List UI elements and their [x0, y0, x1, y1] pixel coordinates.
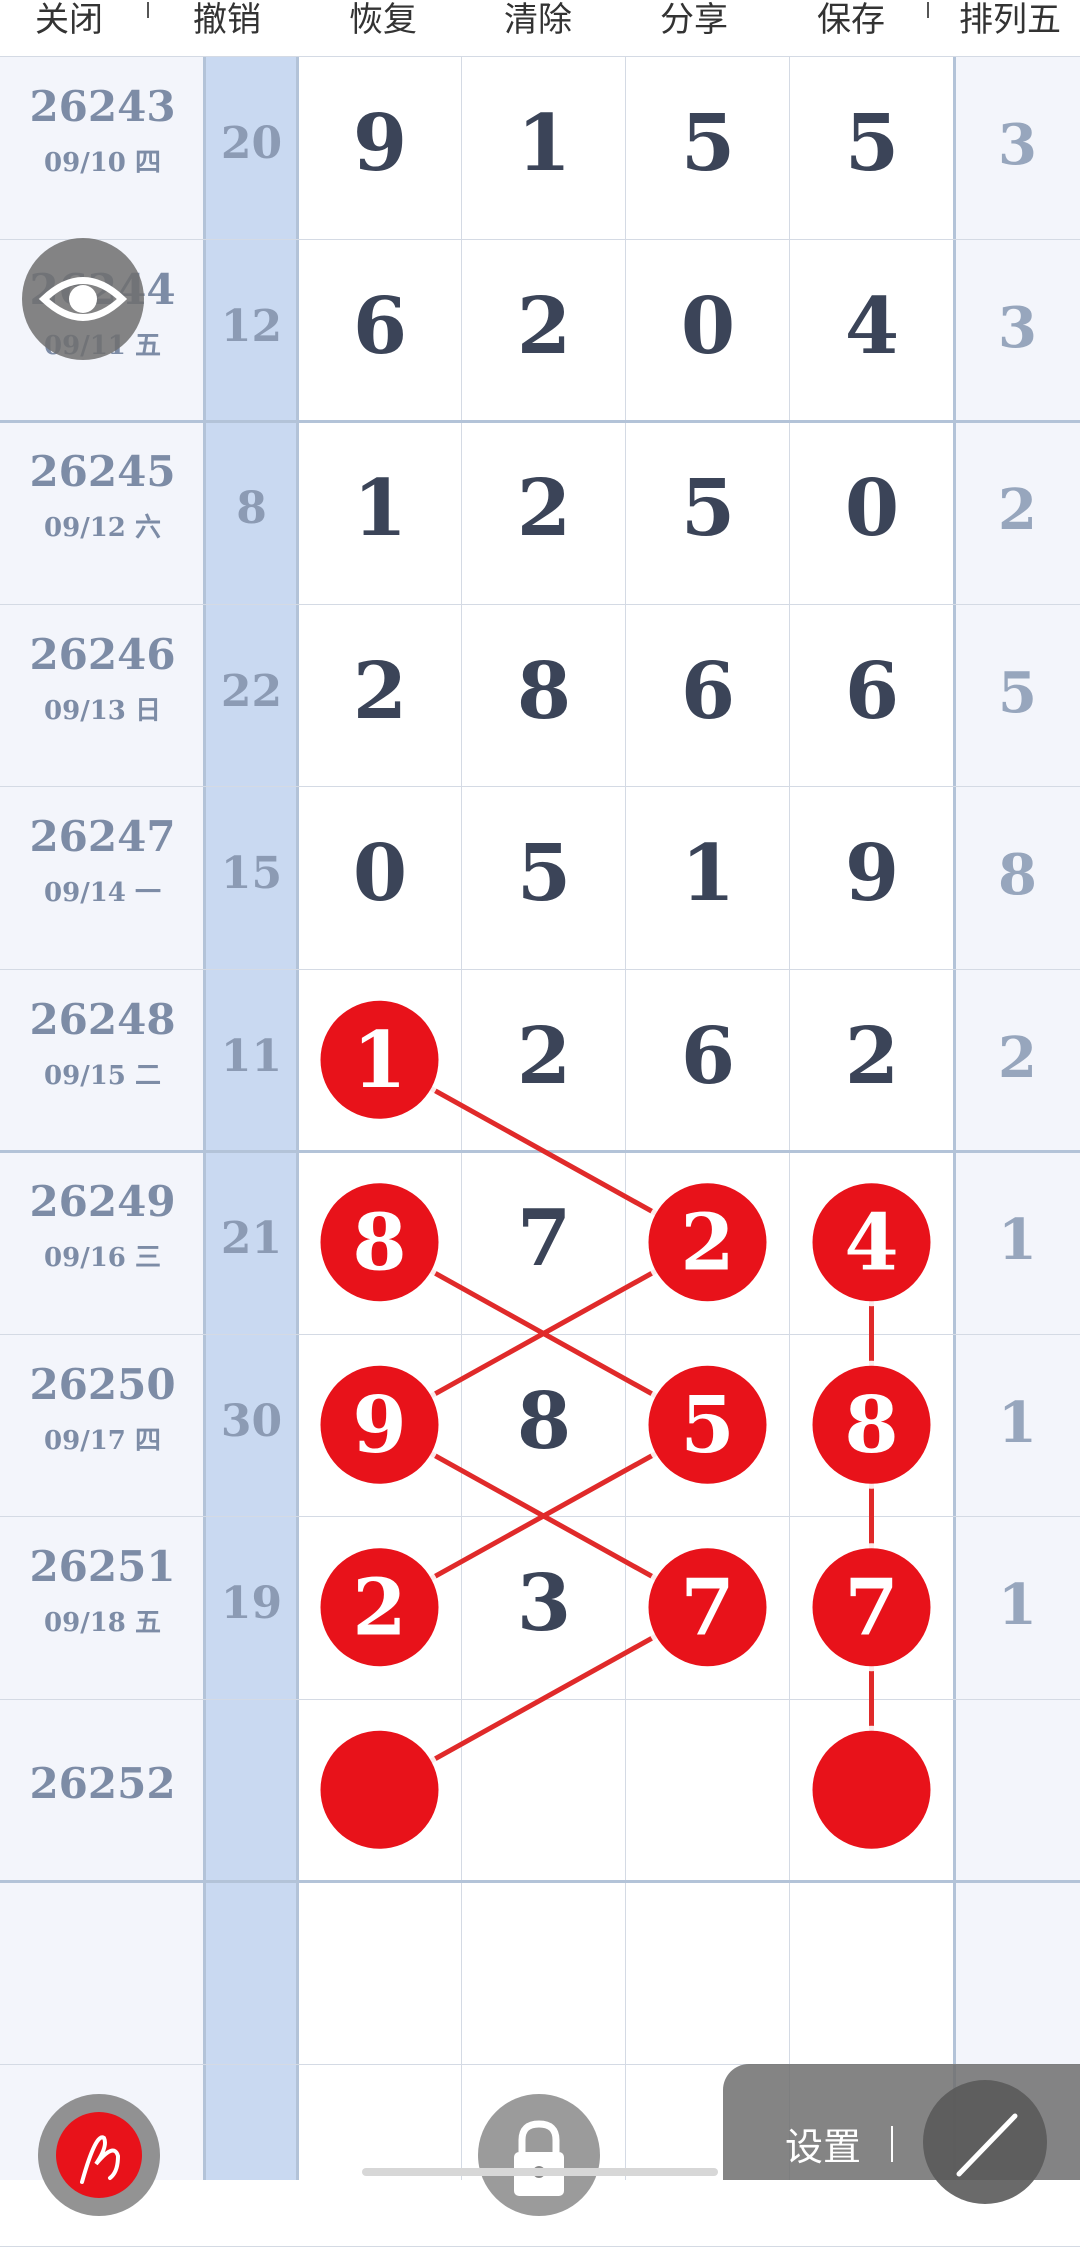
settings-divider [891, 2126, 893, 2162]
pen-icon [80, 2135, 121, 2184]
marked-digit[interactable]: 8 [807, 1360, 936, 1489]
marked-digit[interactable]: 2 [315, 1543, 444, 1672]
marked-digit-value: 4 [844, 1197, 898, 1288]
marked-digit[interactable] [807, 1725, 936, 1854]
marked-digit-value: 1 [352, 1015, 406, 1106]
marked-digit-value: 2 [352, 1562, 406, 1653]
marked-digit[interactable]: 2 [643, 1178, 772, 1307]
marked-digit-value: 8 [844, 1380, 898, 1471]
lock-icon [514, 2120, 564, 2196]
toolbar: 关闭 撤销 恢复 清除 分享 保存 排列五 [0, 0, 1080, 56]
marked-digit[interactable] [315, 1725, 444, 1854]
marked-digit[interactable]: 1 [315, 995, 444, 1124]
close-button[interactable]: 关闭 [0, 0, 144, 44]
line-tool-button[interactable] [923, 2080, 1047, 2204]
save-button[interactable]: 保存 [776, 0, 926, 44]
marked-digit-value: 8 [352, 1197, 406, 1288]
settings-panel: 设置 [723, 2064, 1080, 2204]
redo-button[interactable]: 恢复 [308, 0, 458, 44]
marked-digit-value: 7 [844, 1562, 898, 1653]
drawing-overlay: 1 8 9 2 2 5 7 4 8 7 [315, 995, 936, 1854]
toolbar-divider [927, 2, 929, 18]
marked-digit[interactable]: 7 [643, 1543, 772, 1672]
marked-digit[interactable]: 7 [807, 1543, 936, 1672]
eye-icon [38, 277, 128, 321]
marked-digit[interactable]: 9 [315, 1360, 444, 1489]
eye-toggle-button[interactable] [22, 238, 144, 360]
line-tool-icon [956, 2113, 1018, 2177]
pen-tool-button[interactable] [38, 2094, 160, 2216]
marked-digit[interactable]: 4 [807, 1178, 936, 1307]
home-indicator[interactable] [362, 2168, 718, 2176]
lottery-type-selector[interactable]: 排列五 [935, 0, 1080, 44]
undo-button[interactable]: 撤销 [152, 0, 302, 44]
marked-digit-value: 2 [680, 1197, 734, 1288]
marked-digit[interactable]: 5 [643, 1360, 772, 1489]
share-button[interactable]: 分享 [619, 0, 769, 44]
marked-digit[interactable]: 8 [315, 1178, 444, 1307]
marked-digit-value: 5 [680, 1380, 734, 1471]
toolbar-divider [147, 2, 149, 18]
marked-digit-value: 9 [352, 1380, 406, 1471]
settings-button[interactable]: 设置 [785, 2116, 861, 2171]
clear-button[interactable]: 清除 [463, 0, 613, 44]
lock-button[interactable] [478, 2094, 600, 2216]
marked-digit-value: 7 [680, 1562, 734, 1653]
